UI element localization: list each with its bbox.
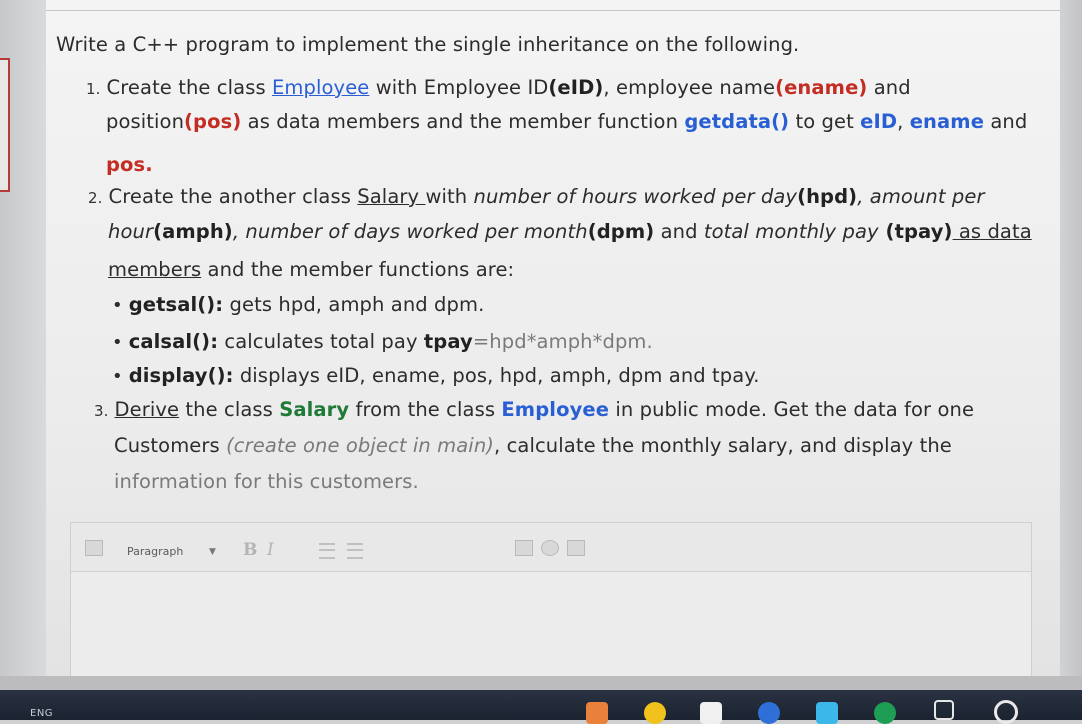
editor-toolbar: Paragraph ▼ B I [71, 523, 1031, 572]
item-1-line-3: pos. [106, 153, 153, 176]
item-2-line-1: 2. Create the another class Salary with n… [88, 185, 985, 208]
item-1-line-1: 1. Create the class Employee with Employe… [86, 76, 911, 99]
app-green-icon[interactable] [874, 702, 896, 724]
app-blue-icon[interactable] [758, 702, 780, 724]
chrome-icon[interactable] [644, 702, 666, 724]
numbered-list-icon[interactable] [347, 543, 363, 559]
item-1-line-2: position(pos) as data members and the me… [106, 110, 1028, 133]
app-cyan-icon[interactable] [816, 702, 838, 724]
insert-media-icon[interactable] [541, 540, 559, 556]
item-2-line-2: hour(amph), number of days worked per mo… [108, 220, 1032, 243]
app-orange-icon[interactable] [586, 702, 608, 724]
class-salary-link: Salary [357, 185, 426, 208]
chevron-down-icon[interactable]: ▼ [209, 547, 216, 557]
bullet-list-icon[interactable] [319, 543, 335, 559]
left-window-edge [0, 0, 46, 690]
manage-files-icon[interactable] [567, 540, 585, 556]
language-indicator[interactable]: ENG [30, 708, 53, 719]
item-3-line-2: Customers (create one object in main), c… [114, 434, 952, 457]
class-employee-link: Employee [272, 76, 370, 99]
item-3-line-1: 3. Derive the class Salary from the class… [94, 398, 975, 421]
app-white-icon[interactable] [700, 702, 722, 724]
partial-side-panel [0, 58, 10, 192]
answer-editor[interactable]: Paragraph ▼ B I [70, 522, 1032, 684]
bullet-getsal: • getsal(): gets hpd, amph and dpm. [112, 293, 485, 316]
bullet-display: • display(): displays eID, ename, pos, hp… [112, 364, 760, 387]
search-icon[interactable] [994, 700, 1018, 724]
right-window-edge [1060, 0, 1082, 690]
paragraph-format-select[interactable]: Paragraph [127, 545, 183, 558]
item-3-line-3: information for this customers. [114, 470, 419, 493]
question-intro: Write a C++ program to implement the sin… [56, 33, 800, 56]
toggle-toolbar-icon[interactable] [85, 540, 103, 556]
window-bottom-edge [0, 676, 1082, 690]
bold-button[interactable]: B [243, 540, 257, 560]
insert-image-icon[interactable] [515, 540, 533, 556]
item-2-line-3: members and the member functions are: [108, 258, 515, 281]
italic-button[interactable]: I [267, 540, 274, 560]
task-view-icon[interactable] [934, 700, 954, 720]
windows-taskbar: ENG [0, 690, 1082, 720]
bullet-calsal: • calsal(): calculates total pay tpay=hpd… [112, 330, 653, 353]
